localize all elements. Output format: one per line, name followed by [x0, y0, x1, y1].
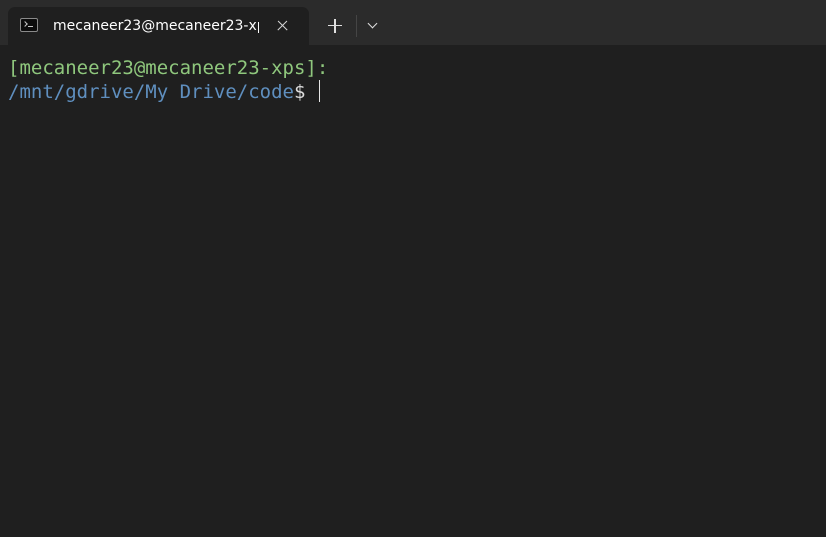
chevron-down-icon[interactable] [360, 13, 386, 39]
prompt-symbol: $ [293, 81, 317, 103]
new-tab-button[interactable] [322, 13, 348, 39]
tab-divider [356, 15, 357, 37]
terminal-icon [20, 18, 38, 32]
close-icon[interactable] [272, 16, 292, 36]
tab-active[interactable]: mecaneer23@mecaneer23-xps [8, 7, 309, 45]
tab-strip: mecaneer23@mecaneer23-xps [0, 0, 826, 45]
terminal-window: mecaneer23@mecaneer23-xps [mecaneer23@me… [0, 0, 826, 537]
text-cursor [318, 80, 321, 102]
prompt-path: /mnt/gdrive/My Drive/code [8, 81, 294, 103]
prompt-line-2: /mnt/gdrive/My Drive/code$ [8, 80, 321, 104]
prompt-line-1: [mecaneer23@mecaneer23-xps]: [8, 56, 328, 80]
tab-title: mecaneer23@mecaneer23-xps [53, 18, 259, 34]
terminal-area[interactable]: [mecaneer23@mecaneer23-xps]: /mnt/gdrive… [0, 45, 826, 537]
prompt-user-host: [mecaneer23@mecaneer23-xps]: [8, 57, 329, 79]
